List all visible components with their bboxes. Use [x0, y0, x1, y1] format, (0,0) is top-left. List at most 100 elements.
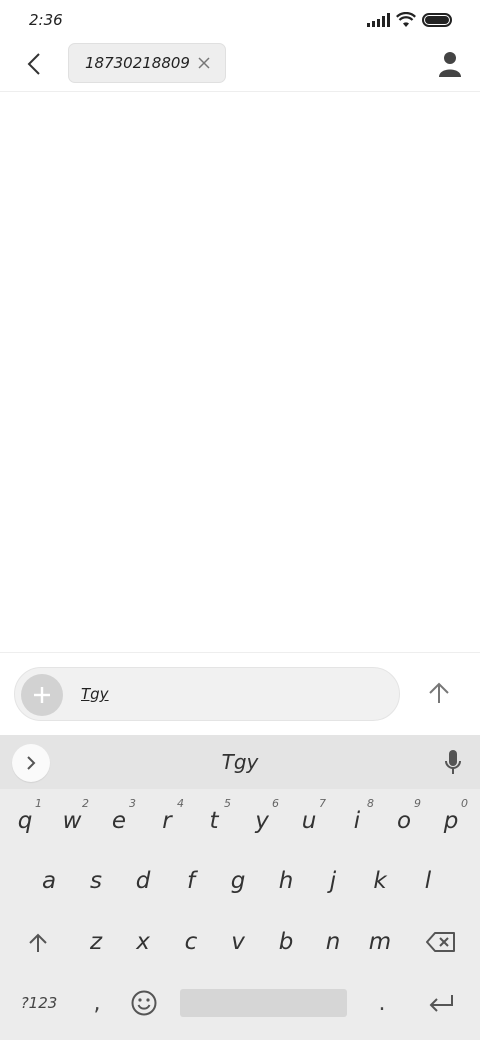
message-text: Tgy [81, 685, 109, 703]
suggestion-bar: Tgy [0, 735, 480, 789]
key-label: p [443, 808, 459, 834]
contact-button[interactable] [434, 48, 466, 80]
key-label: s [90, 868, 102, 894]
key-g[interactable]: g [215, 851, 261, 911]
key-j[interactable]: j [310, 851, 356, 911]
smiley-icon [131, 990, 157, 1016]
key-m[interactable]: m [357, 912, 403, 972]
backspace-icon [426, 932, 455, 952]
key-label: m [368, 929, 392, 955]
backspace-key[interactable] [418, 912, 464, 972]
key-i[interactable]: i8 [334, 791, 380, 851]
key-w[interactable]: w2 [49, 791, 95, 851]
key-hint: 7 [319, 797, 326, 810]
key-label: g [230, 868, 246, 894]
key-label: l [424, 868, 432, 894]
key-c[interactable]: c [168, 912, 214, 972]
key-label: h [278, 868, 294, 894]
space-key[interactable] [180, 989, 347, 1017]
key-label: e [111, 808, 127, 834]
key-hint: 3 [129, 797, 136, 810]
status-bar: 2:36 [0, 0, 480, 42]
key-l[interactable]: l [405, 851, 451, 911]
message-list[interactable] [0, 93, 480, 651]
emoji-key[interactable] [121, 973, 167, 1033]
key-h[interactable]: h [263, 851, 309, 911]
key-q[interactable]: q1 [2, 791, 48, 851]
key-v[interactable]: v [215, 912, 261, 972]
key-label: t [209, 808, 219, 834]
key-b[interactable]: b [263, 912, 309, 972]
key-label: w [62, 808, 82, 834]
key-label: r [162, 808, 172, 834]
key-label: o [396, 808, 412, 834]
key-label: i [353, 808, 361, 834]
key-f[interactable]: f [168, 851, 214, 911]
key-z[interactable]: z [73, 912, 119, 972]
shift-arrow-icon [29, 933, 47, 952]
key-row-3: z x c v b n m [0, 912, 480, 972]
recipient-number: 18730218809 [85, 54, 190, 72]
keyboard: Tgy q1 w2 e3 r4 t5 y6 u7 i8 o9 p0 a s d … [0, 735, 480, 1040]
conversation-header: 18730218809 [0, 42, 480, 92]
key-u[interactable]: u7 [286, 791, 332, 851]
key-label: j [329, 868, 337, 894]
key-s[interactable]: s [73, 851, 119, 911]
key-label: q [17, 808, 33, 834]
plus-icon [34, 687, 50, 703]
key-label: u [301, 808, 317, 834]
key-label: n [325, 929, 341, 955]
key-hint: 5 [224, 797, 231, 810]
attach-button[interactable] [21, 674, 63, 716]
key-t[interactable]: t5 [191, 791, 237, 851]
key-hint: 4 [177, 797, 184, 810]
key-label: v [231, 929, 245, 955]
key-x[interactable]: x [120, 912, 166, 972]
key-row-1: q1 w2 e3 r4 t5 y6 u7 i8 o9 p0 [0, 791, 480, 851]
key-hint: 2 [82, 797, 89, 810]
key-y[interactable]: y6 [239, 791, 285, 851]
key-hint: 8 [367, 797, 374, 810]
symbols-key[interactable]: ?123 [14, 973, 64, 1033]
key-label: f [186, 868, 196, 894]
enter-icon [429, 995, 453, 1012]
enter-key[interactable] [418, 973, 464, 1033]
voice-input-button[interactable] [438, 747, 468, 779]
key-row-2: a s d f g h j k l [0, 851, 480, 911]
key-e[interactable]: e3 [96, 791, 142, 851]
key-label: z [89, 929, 103, 955]
key-o[interactable]: o9 [381, 791, 427, 851]
compose-divider [0, 652, 480, 653]
back-button[interactable] [18, 48, 50, 80]
key-label: b [278, 929, 294, 955]
key-hint: 1 [35, 797, 42, 810]
period-key[interactable]: . [362, 973, 402, 1033]
key-label: a [41, 868, 57, 894]
key-label: d [135, 868, 151, 894]
wifi-icon [396, 12, 416, 27]
key-r[interactable]: r4 [144, 791, 190, 851]
suggestion-word[interactable]: Tgy [0, 750, 480, 774]
key-hint: 0 [461, 797, 468, 810]
key-d[interactable]: d [120, 851, 166, 911]
shift-key[interactable] [15, 912, 61, 972]
close-icon[interactable] [197, 56, 211, 70]
key-label: c [184, 929, 198, 955]
key-n[interactable]: n [310, 912, 356, 972]
key-label: k [373, 868, 387, 894]
microphone-icon [445, 750, 461, 774]
key-p[interactable]: p0 [428, 791, 474, 851]
key-label: y [255, 808, 269, 834]
arrow-up-icon [429, 682, 449, 703]
signal-icon [367, 13, 390, 27]
key-k[interactable]: k [357, 851, 403, 911]
send-button[interactable] [420, 674, 458, 712]
key-hint: 9 [414, 797, 421, 810]
message-input[interactable]: Tgy [14, 667, 400, 721]
key-a[interactable]: a [26, 851, 72, 911]
key-label: x [136, 929, 150, 955]
battery-icon [422, 13, 452, 27]
status-icons [367, 12, 452, 28]
comma-key[interactable]: , [77, 973, 117, 1033]
recipient-chip[interactable]: 18730218809 [68, 43, 226, 83]
